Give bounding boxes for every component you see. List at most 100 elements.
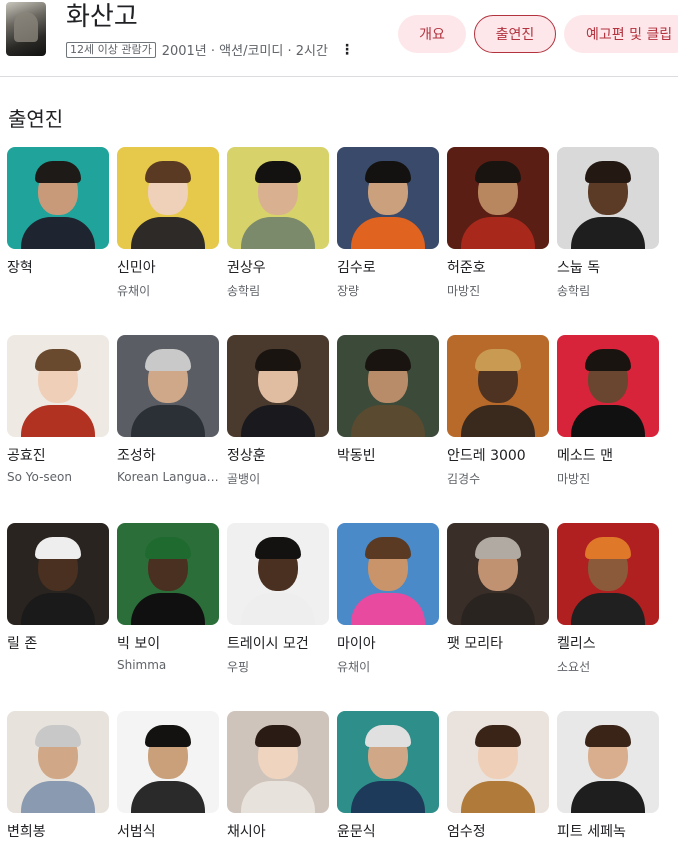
movie-meta: 12세 이상 관람가 2001년 · 액션/코미디 · 2시간 ⋮ [66,40,354,59]
cast-role: 우핑 [227,660,250,674]
cast-name[interactable]: 서범식 [117,821,156,841]
cast-photo[interactable] [557,147,659,249]
cast-photo[interactable] [7,147,109,249]
cast-photo[interactable] [447,711,549,813]
tab-label: 예고편 및 클립 [586,27,673,43]
cast-card[interactable]: 안드레 3000 김경수 [447,335,549,486]
cast-card[interactable]: 허준호마방진 [447,147,549,298]
cast-role: Korean Languag... [117,470,219,484]
cast-photo[interactable] [557,335,659,437]
cast-photo[interactable] [337,711,439,813]
cast-card[interactable]: 엄수정 [447,711,549,840]
cast-role: 마방진 [447,284,481,298]
cast-photo[interactable] [557,523,659,625]
tab-label: 출연진 [495,27,535,43]
cast-role: So Yo-seon [7,470,72,484]
more-vert-icon[interactable]: ⋮ [340,42,354,58]
cast-role: 유채이 [337,660,371,674]
cast-name[interactable]: 엄수정 [447,821,486,841]
cast-card[interactable]: 정상훈골뱅이 [227,335,329,486]
cast-photo[interactable] [227,335,329,437]
cast-card[interactable]: 켈리스소요선 [557,523,659,674]
cast-photo[interactable] [337,335,439,437]
cast-name[interactable]: 허준호 [447,257,486,277]
title-header: 화산고 12세 이상 관람가 2001년 · 액션/코미디 · 2시간 ⋮ 개요… [0,0,678,77]
cast-photo[interactable] [447,523,549,625]
cast-photo[interactable] [7,335,109,437]
cast-card[interactable]: 빅 보이 Shimma [117,523,219,672]
cast-card[interactable]: 조성하 Korean Languag... [117,335,219,484]
cast-photo[interactable] [227,147,329,249]
section-title: 출연진 [8,107,64,131]
cast-photo[interactable] [7,523,109,625]
cast-role: 골뱅이 [227,472,261,486]
cast-name[interactable]: 공효진 [7,445,46,465]
cast-card[interactable]: 권상우송학림 [227,147,329,298]
cast-name[interactable]: 피트 세페녹 [557,821,626,841]
cast-photo[interactable] [227,523,329,625]
cast-name[interactable]: 조성하 [117,445,156,465]
cast-photo[interactable] [337,147,439,249]
cast-photo[interactable] [447,147,549,249]
tab-trailers-clips[interactable]: 예고편 및 클립 [564,15,678,53]
cast-role: Shimma [117,658,167,672]
cast-card[interactable]: 릴 존 [7,523,109,652]
cast-card[interactable]: 트레이시 모건우핑 [227,523,329,674]
cast-name[interactable]: 박동빈 [337,445,376,465]
cast-name[interactable]: 트레이시 모건 [227,633,309,653]
cast-name[interactable]: 신민아 [117,257,156,277]
cast-name[interactable]: 스눕 독 [557,257,600,277]
movie-poster[interactable] [6,2,46,56]
cast-photo[interactable] [7,711,109,813]
cast-name[interactable]: 변희봉 [7,821,46,841]
cast-name[interactable]: 윤문식 [337,821,376,841]
cast-card[interactable]: 공효진 So Yo-seon [7,335,109,484]
cast-name[interactable]: 정상훈 [227,445,266,465]
cast-card[interactable]: 피트 세페녹 [557,711,659,840]
movie-title: 화산고 [66,2,138,32]
cast-role: 소요선 [557,660,591,674]
cast-card[interactable]: 장혁 [7,147,109,276]
cast-name[interactable]: 빅 보이 [117,633,160,653]
cast-role: 송학림 [557,284,591,298]
cast-name[interactable]: 켈리스 [557,633,596,653]
cast-role: 유채이 [117,284,151,298]
cast-name[interactable]: 장혁 [7,257,33,277]
cast-name[interactable]: 채시아 [227,821,266,841]
tab-overview[interactable]: 개요 [398,15,466,53]
cast-card[interactable]: 김수로장량 [337,147,439,298]
cast-card[interactable]: 신민아유채이 [117,147,219,298]
cast-name[interactable]: 팻 모리타 [447,633,503,653]
cast-card[interactable]: 메소드 맨마방진 [557,335,659,486]
cast-photo[interactable] [447,335,549,437]
cast-name[interactable]: 김수로 [337,257,376,277]
cast-card[interactable]: 팻 모리타 [447,523,549,652]
age-rating-badge: 12세 이상 관람가 [66,41,156,58]
cast-card[interactable]: 스눕 독송학림 [557,147,659,298]
cast-card[interactable]: 채시아 [227,711,329,840]
tab-cast[interactable]: 출연진 [474,15,556,53]
cast-photo[interactable] [557,711,659,813]
movie-info: 2001년 · 액션/코미디 · 2시간 [161,44,328,59]
cast-name[interactable]: 권상우 [227,257,266,277]
cast-photo[interactable] [117,711,219,813]
cast-card[interactable]: 윤문식 [337,711,439,840]
cast-card[interactable]: 변희봉 [7,711,109,840]
cast-role: 김경수 [447,472,481,486]
cast-photo[interactable] [337,523,439,625]
cast-role: 장량 [337,284,360,298]
cast-photo[interactable] [117,147,219,249]
cast-photo[interactable] [227,711,329,813]
cast-photo[interactable] [117,335,219,437]
cast-name[interactable]: 안드레 3000 [447,445,526,465]
cast-name[interactable]: 마이아 [337,633,376,653]
cast-name[interactable]: 메소드 맨 [557,445,613,465]
cast-card[interactable]: 서범식 [117,711,219,840]
tab-label: 개요 [419,27,445,43]
cast-photo[interactable] [117,523,219,625]
cast-role: 마방진 [557,472,591,486]
cast-card[interactable]: 마이아유채이 [337,523,439,674]
cast-card[interactable]: 박동빈 [337,335,439,464]
cast-name[interactable]: 릴 존 [7,633,37,653]
cast-role: 송학림 [227,284,261,298]
